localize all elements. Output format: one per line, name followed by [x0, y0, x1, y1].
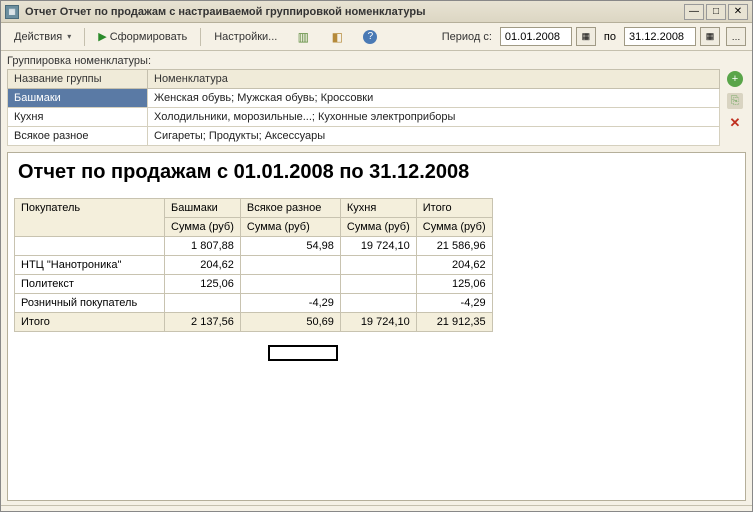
report-table[interactable]: Покупатель Башмаки Всякое разное Кухня И… [14, 198, 493, 332]
cell-value: 21 586,96 [416, 237, 492, 256]
table-row[interactable]: Политекст 125,06 125,06 [15, 275, 493, 294]
table-row[interactable]: НТЦ "Нанотроника" 204,62 204,62 [15, 256, 493, 275]
cell-value: 125,06 [416, 275, 492, 294]
copy-group-button[interactable]: ⎘ [727, 93, 743, 109]
cell-value [240, 256, 340, 275]
col-group: Башмаки [165, 199, 241, 218]
report-area[interactable]: Отчет по продажам с 01.01.2008 по 31.12.… [7, 152, 746, 501]
toolbar: Действия ▶ Сформировать Настройки... ▥ ◧… [1, 23, 752, 51]
cell-value: -4,29 [240, 294, 340, 313]
table-row[interactable]: Розничный покупатель -4,29 -4,29 [15, 294, 493, 313]
grouping-row[interactable]: Всякое разное Сигареты; Продукты; Аксесс… [8, 127, 720, 146]
cell-value [340, 256, 416, 275]
col-group: Всякое разное [240, 199, 340, 218]
cell-value: 204,62 [416, 256, 492, 275]
x-icon: ✕ [730, 115, 741, 131]
separator [84, 28, 85, 46]
col-group: Итого [416, 199, 492, 218]
cell-value [165, 294, 241, 313]
col-sub: Сумма (руб) [340, 218, 416, 237]
actions-label: Действия [14, 31, 62, 43]
cell-total: 21 912,35 [416, 313, 492, 332]
table-total-row[interactable]: Итого 2 137,56 50,69 19 724,10 21 912,35 [15, 313, 493, 332]
cell-value: 19 724,10 [340, 237, 416, 256]
grouping-label: Группировка номенклатуры: [7, 55, 746, 67]
filter-icon: ◧ [329, 29, 345, 45]
report-title: Отчет по продажам с 01.01.2008 по 31.12.… [18, 161, 739, 184]
copy-icon: ⎘ [731, 95, 740, 108]
col-group: Кухня [340, 199, 416, 218]
app-icon: ▦ [5, 5, 19, 19]
grouping-cell-group[interactable]: Всякое разное [8, 127, 148, 146]
cell-value: 1 807,88 [165, 237, 241, 256]
grouping-cell-group[interactable]: Кухня [8, 108, 148, 127]
cell-value: -4,29 [416, 294, 492, 313]
cell-customer: Розничный покупатель [15, 294, 165, 313]
col-customer: Покупатель [15, 199, 165, 237]
maximize-button[interactable]: □ [706, 4, 726, 20]
calendar-icon: ▦ [706, 31, 715, 42]
grouping-cell-nom[interactable]: Сигареты; Продукты; Аксессуары [148, 127, 720, 146]
close-button[interactable]: ✕ [728, 4, 748, 20]
settings-label: Настройки... [214, 31, 277, 43]
cell-value: 204,62 [165, 256, 241, 275]
generate-button[interactable]: ▶ Сформировать [91, 26, 194, 47]
settings-button[interactable]: Настройки... [207, 27, 284, 47]
help-button[interactable]: ? [356, 26, 384, 48]
cell-customer [15, 237, 165, 256]
col-sub: Сумма (руб) [416, 218, 492, 237]
cell-total: 19 724,10 [340, 313, 416, 332]
cell-value [340, 294, 416, 313]
window-title: Отчет Отчет по продажам с настраиваемой … [25, 6, 684, 18]
ellipsis-icon: … [732, 32, 741, 42]
grouping-cell-nom[interactable]: Женская обувь; Мужская обувь; Кроссовки [148, 89, 720, 108]
filter-button[interactable]: ◧ [322, 25, 352, 49]
period-sep: по [604, 31, 616, 43]
grouping-cell-group[interactable]: Башмаки [8, 89, 148, 108]
grouping-cell-nom[interactable]: Холодильники, морозильные...; Кухонные э… [148, 108, 720, 127]
period-select-button[interactable]: … [726, 27, 746, 46]
help-icon: ? [363, 30, 377, 44]
cell-value: 54,98 [240, 237, 340, 256]
cell-total-label: Итого [15, 313, 165, 332]
minimize-button[interactable]: — [684, 4, 704, 20]
cell-customer: Политекст [15, 275, 165, 294]
date-from-picker[interactable]: ▦ [576, 27, 596, 46]
grouping-table[interactable]: Название группы Номенклатура Башмаки Жен… [7, 69, 720, 146]
cell-total: 50,69 [240, 313, 340, 332]
actions-menu[interactable]: Действия [7, 27, 78, 47]
calendar-icon: ▦ [582, 31, 591, 42]
grouping-col-group[interactable]: Название группы [8, 70, 148, 89]
generate-label: Сформировать [110, 31, 188, 43]
cell-customer: НТЦ "Нанотроника" [15, 256, 165, 275]
statusbar [1, 505, 752, 511]
cell-total: 2 137,56 [165, 313, 241, 332]
cell-value [240, 275, 340, 294]
date-from-input[interactable] [500, 27, 572, 46]
grouping-row[interactable]: Кухня Холодильники, морозильные...; Кухо… [8, 108, 720, 127]
date-to-input[interactable] [624, 27, 696, 46]
layout-icon: ▥ [295, 29, 311, 45]
titlebar: ▦ Отчет Отчет по продажам с настраиваемо… [1, 1, 752, 23]
delete-group-button[interactable]: ✕ [727, 115, 743, 131]
play-icon: ▶ [98, 30, 106, 43]
grouping-row[interactable]: Башмаки Женская обувь; Мужская обувь; Кр… [8, 89, 720, 108]
separator [200, 28, 201, 46]
add-group-button[interactable]: + [727, 71, 743, 87]
report-window: ▦ Отчет Отчет по продажам с настраиваемо… [0, 0, 753, 512]
plus-icon: + [732, 73, 738, 85]
table-row[interactable]: 1 807,88 54,98 19 724,10 21 586,96 [15, 237, 493, 256]
grouping-col-nom[interactable]: Номенклатура [148, 70, 720, 89]
col-sub: Сумма (руб) [240, 218, 340, 237]
layout-button[interactable]: ▥ [288, 25, 318, 49]
cell-value [340, 275, 416, 294]
period-label: Период с: [442, 31, 492, 43]
col-sub: Сумма (руб) [165, 218, 241, 237]
active-cell-cursor[interactable] [268, 345, 338, 361]
cell-value: 125,06 [165, 275, 241, 294]
date-to-picker[interactable]: ▦ [700, 27, 720, 46]
